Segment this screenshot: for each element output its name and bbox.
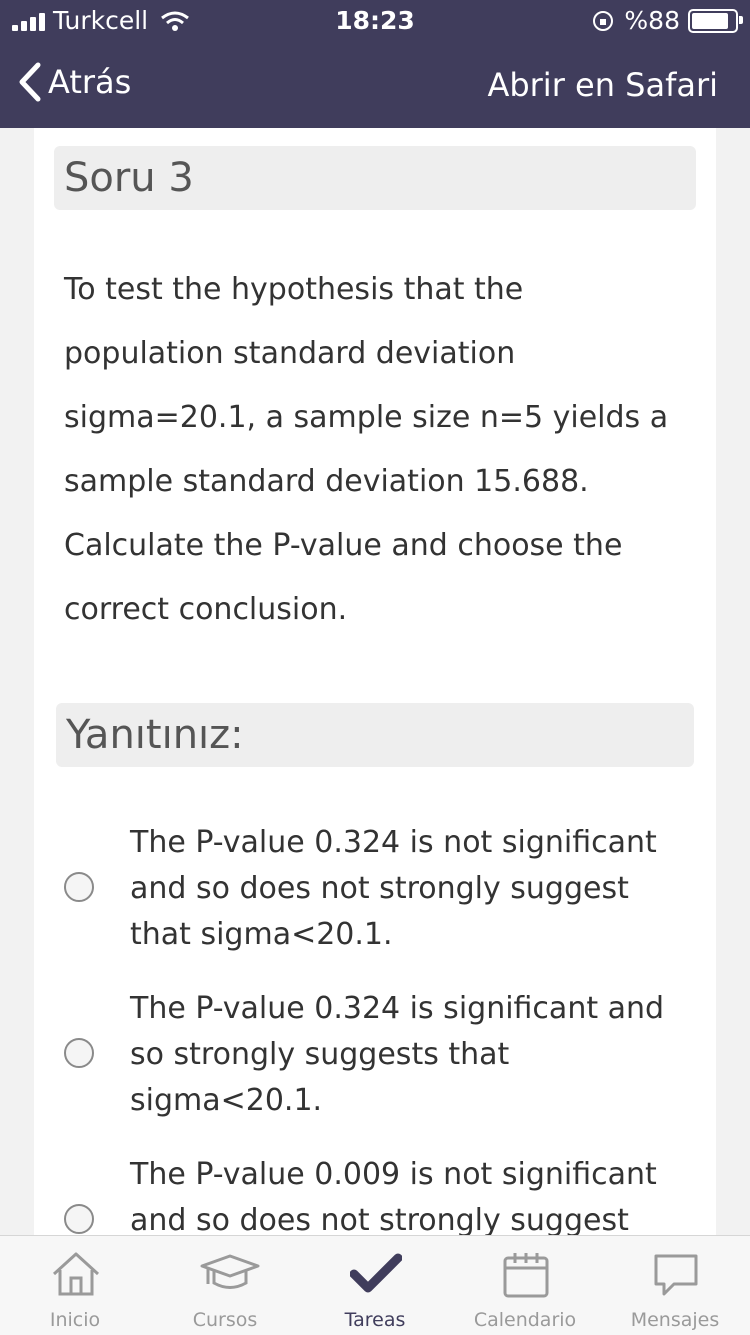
battery-percent: %88 — [624, 6, 680, 35]
question-line: population standard deviation — [64, 336, 516, 371]
tab-label: Inicio — [49, 1309, 101, 1331]
option-line: and so does not strongly suggest — [130, 871, 629, 906]
question-line: sample standard deviation 15.688. — [64, 464, 589, 499]
tab-tareas[interactable]: Tareas — [300, 1236, 450, 1335]
graduation-cap-icon — [200, 1254, 260, 1289]
back-label: Atrás — [48, 63, 132, 101]
question-content: Soru 3 To test the hypothesis that the p… — [34, 128, 716, 1236]
tab-bar: Inicio Cursos Tareas Calendario Mensajes — [0, 1235, 750, 1335]
tab-label: Cursos — [192, 1309, 258, 1331]
question-line: Calculate the P-value and choose the — [64, 528, 623, 563]
orientation-lock-icon — [593, 10, 614, 31]
option-line: The P-value 0.009 is not significant — [130, 1157, 657, 1192]
chevron-left-icon — [19, 62, 41, 102]
answer-option-text: The P-value 0.324 is significant and so … — [130, 986, 670, 1124]
option-line: and so does not strongly suggest — [130, 1203, 629, 1236]
tab-calendario[interactable]: Calendario — [450, 1236, 600, 1335]
answer-header: Yanıtınız: — [56, 703, 694, 767]
answer-option-text: The P-value 0.009 is not significant and… — [130, 1152, 670, 1236]
checkmark-icon — [350, 1253, 402, 1293]
option-line: so strongly suggests that — [130, 1037, 510, 1072]
tab-label: Tareas — [344, 1309, 406, 1331]
answer-option-text: The P-value 0.324 is not significant and… — [130, 820, 670, 958]
answer-header-text: Yanıtınız: — [66, 712, 244, 758]
calendar-icon — [503, 1253, 549, 1298]
back-button[interactable]: Atrás — [18, 62, 131, 102]
option-line: The P-value 0.324 is significant and — [130, 991, 665, 1026]
radio-button[interactable] — [64, 1038, 94, 1068]
question-title-text: Soru 3 — [64, 155, 194, 201]
question-line: sigma=20.1, a sample size n=5 yields a — [64, 400, 669, 435]
option-line: sigma<20.1. — [130, 1083, 323, 1118]
option-line: that sigma<20.1. — [130, 917, 393, 952]
tab-label: Mensajes — [630, 1309, 720, 1331]
battery-icon — [688, 8, 743, 33]
question-line: To test the hypothesis that the — [64, 272, 524, 307]
tab-cursos[interactable]: Cursos — [150, 1236, 300, 1335]
radio-button[interactable] — [64, 872, 94, 902]
chat-bubble-icon — [654, 1254, 698, 1296]
open-in-safari-button[interactable]: Abrir en Safari — [487, 66, 718, 104]
home-icon — [52, 1252, 100, 1296]
radio-button[interactable] — [64, 1204, 94, 1234]
question-line: correct conclusion. — [64, 592, 348, 627]
tab-inicio[interactable]: Inicio — [0, 1236, 150, 1335]
status-bar: Turkcell 18:23 %88 — [0, 0, 750, 40]
question-text: To test the hypothesis that the populati… — [64, 258, 684, 642]
tab-mensajes[interactable]: Mensajes — [600, 1236, 750, 1335]
tab-label: Calendario — [473, 1309, 577, 1331]
option-line: The P-value 0.324 is not significant — [130, 825, 657, 860]
question-title: Soru 3 — [54, 146, 696, 210]
nav-bar: Atrás Abrir en Safari — [0, 40, 750, 128]
status-right: %88 — [592, 6, 743, 35]
